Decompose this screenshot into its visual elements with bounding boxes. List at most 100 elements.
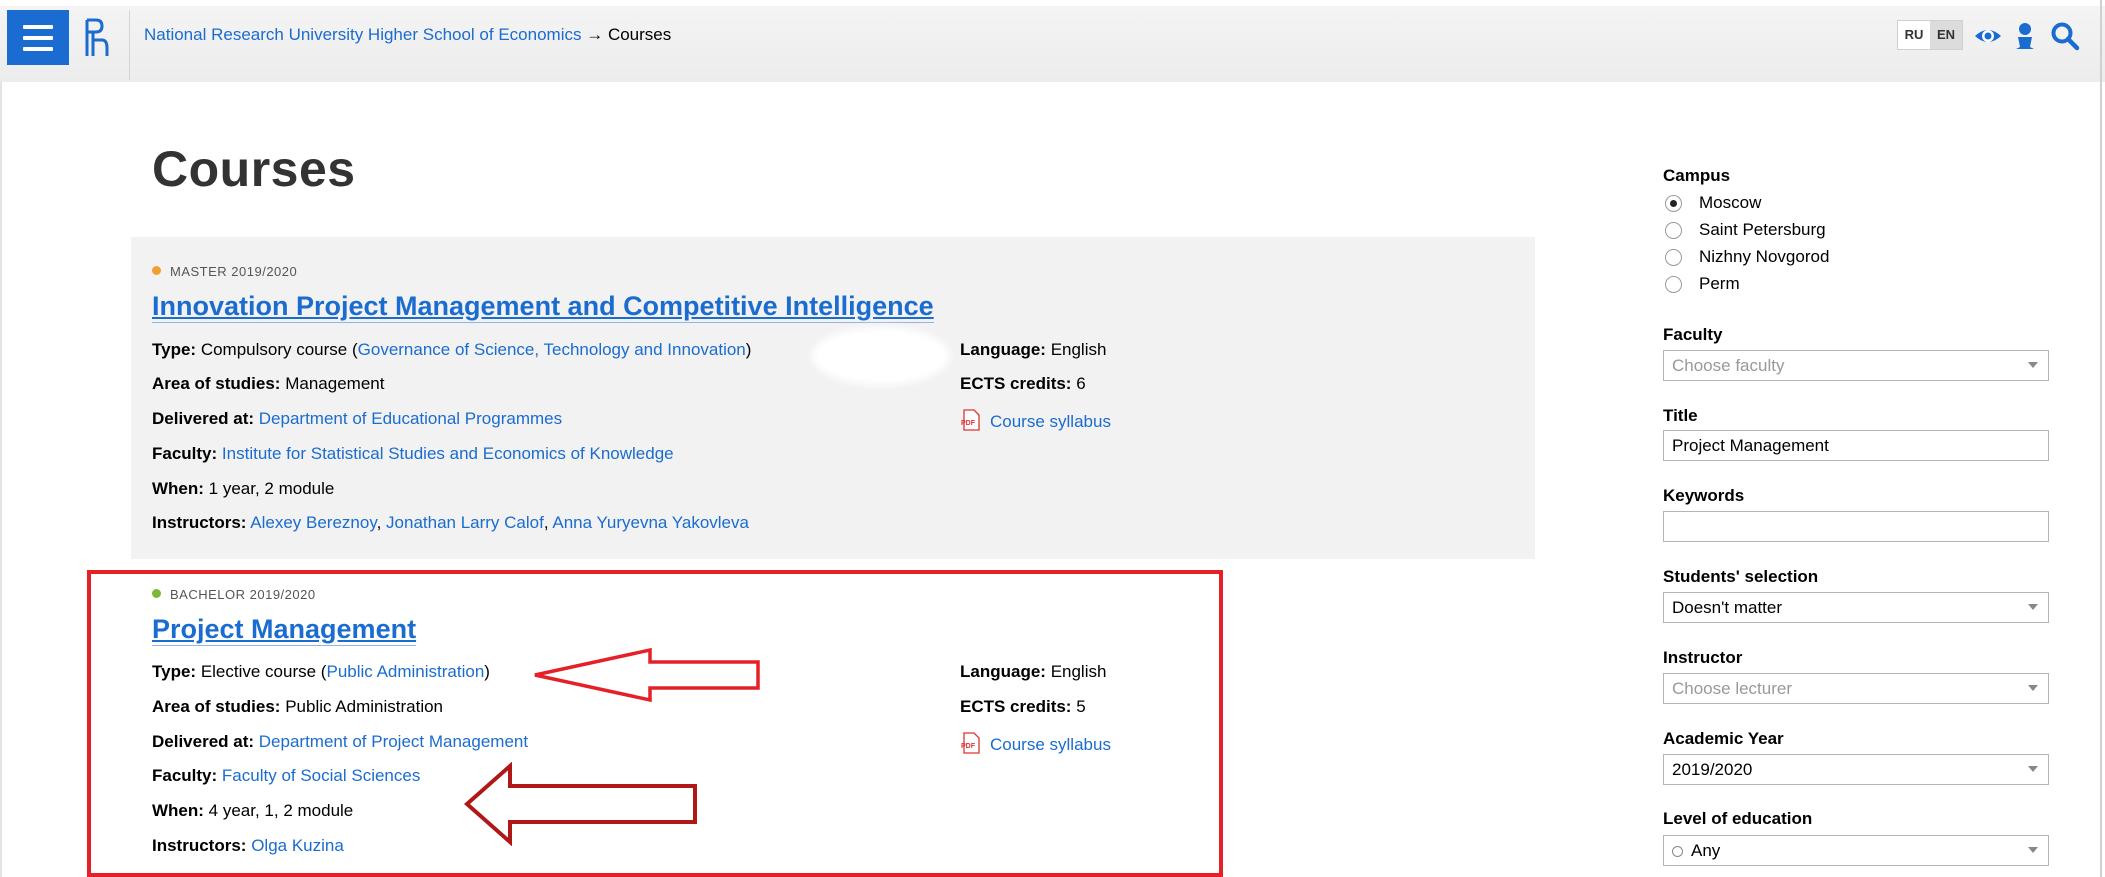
title-filter-label: Title xyxy=(1663,406,1698,425)
instructor-select[interactable]: Choose lecturer xyxy=(1663,673,2049,704)
menu-button[interactable] xyxy=(7,10,69,65)
instructors-label: Instructors: xyxy=(152,836,247,855)
delivered-label: Delivered at: xyxy=(152,409,255,428)
language-value: English xyxy=(1050,662,1107,681)
instructor-link[interactable]: Olga Kuzina xyxy=(251,836,344,855)
course-meta: MASTER 2019/2020 xyxy=(152,264,297,279)
course-language-row: Language: English xyxy=(960,340,1106,360)
course-instructors-row: Instructors: Olga Kuzina xyxy=(152,836,344,856)
lang-ru-button[interactable]: RU xyxy=(1898,21,1930,49)
department-link[interactable]: Department of Educational Programmes xyxy=(259,409,562,428)
area-label: Area of studies: xyxy=(152,697,281,716)
students-selection-select[interactable]: Doesn't matter xyxy=(1663,592,2049,623)
campus-label: Campus xyxy=(1663,166,1731,185)
delivered-label: Delivered at: xyxy=(152,732,255,751)
chevron-down-icon xyxy=(2028,766,2038,772)
instructors-label: Instructors: xyxy=(152,513,247,532)
type-value: Compulsory course ( xyxy=(200,340,358,359)
campus-option-label: Nizhny Novgorod xyxy=(1699,247,1830,266)
course-meta: BACHELOR 2019/2020 xyxy=(152,587,316,602)
when-label: When: xyxy=(152,479,204,498)
eye-icon[interactable] xyxy=(1973,21,2003,51)
when-value: 1 year, 2 module xyxy=(208,479,335,498)
education-level-label: Level of education xyxy=(1663,809,1813,828)
course-title-link[interactable]: Project Management xyxy=(152,613,417,646)
ects-label: ECTS credits: xyxy=(960,374,1072,393)
course-ects-row: ECTS credits: 6 xyxy=(960,374,1086,394)
keywords-input[interactable] xyxy=(1663,511,2049,542)
type-label: Type: xyxy=(152,662,197,681)
ects-label: ECTS credits: xyxy=(960,697,1072,716)
breadcrumb-link-hse[interactable]: National Research University Higher Scho… xyxy=(144,25,581,44)
campus-option-nizhny-novgorod[interactable]: Nizhny Novgorod xyxy=(1665,247,1829,267)
level-dot xyxy=(152,266,161,275)
course-when-row: When: 1 year, 2 module xyxy=(152,479,334,499)
page-right-border xyxy=(2100,0,2102,877)
campus-option-moscow[interactable]: Moscow xyxy=(1665,193,1761,213)
search-icon[interactable] xyxy=(2050,21,2080,51)
breadcrumb-current: Courses xyxy=(607,25,672,44)
site-header: National Research University Higher Scho… xyxy=(0,6,2105,82)
menu-icon-bar xyxy=(23,35,53,40)
type-close: ) xyxy=(484,662,490,681)
course-faculty-row: Faculty: Faculty of Social Sciences xyxy=(152,766,420,786)
lang-en-button[interactable]: EN xyxy=(1930,21,1962,49)
course-syllabus-link[interactable]: Course syllabus xyxy=(990,412,1111,431)
type-value: Elective course ( xyxy=(200,662,327,681)
course-faculty-row: Faculty: Institute for Statistical Studi… xyxy=(152,444,674,464)
svg-text:PDF: PDF xyxy=(961,743,976,750)
instructor-link[interactable]: Anna Yuryevna Yakovleva xyxy=(552,513,749,532)
instructor-link[interactable]: Alexey Bereznoy xyxy=(250,513,376,532)
svg-text:PDF: PDF xyxy=(961,420,976,427)
when-label: When: xyxy=(152,801,204,820)
page-left-border xyxy=(0,82,2,877)
faculty-label: Faculty: xyxy=(152,766,218,785)
chevron-down-icon xyxy=(2028,604,2038,610)
language-value: English xyxy=(1050,340,1107,359)
course-title-link[interactable]: Innovation Project Management and Compet… xyxy=(152,290,934,323)
program-link[interactable]: Governance of Science, Technology and In… xyxy=(358,340,746,359)
hse-logo[interactable] xyxy=(82,16,112,60)
menu-icon-bar xyxy=(23,46,53,51)
title-input[interactable]: Project Management xyxy=(1663,430,2049,461)
education-level-value: Any xyxy=(1691,841,1721,860)
breadcrumb: National Research University Higher Scho… xyxy=(144,25,671,45)
campus-option-saint-petersburg[interactable]: Saint Petersburg xyxy=(1665,220,1826,240)
program-link[interactable]: Public Administration xyxy=(326,662,484,681)
language-switcher: RU EN xyxy=(1897,20,1963,50)
radio-checked-icon xyxy=(1665,194,1682,212)
radio-unchecked-icon xyxy=(1665,221,1682,239)
department-link[interactable]: Department of Project Management xyxy=(259,732,528,751)
course-instructors-row: Instructors: Alexey Bereznoy, Jonathan L… xyxy=(152,513,749,532)
faculty-link[interactable]: Faculty of Social Sciences xyxy=(222,766,420,785)
academic-year-label: Academic Year xyxy=(1663,729,1784,748)
course-syllabus-link[interactable]: Course syllabus xyxy=(990,735,1111,754)
radio-unchecked-icon xyxy=(1665,248,1682,266)
students-selection-value: Doesn't matter xyxy=(1672,598,1783,617)
faculty-filter-label: Faculty xyxy=(1663,325,1723,344)
type-close: ) xyxy=(745,340,752,359)
education-level-select[interactable]: Any xyxy=(1663,835,2049,866)
instructor-filter-label: Instructor xyxy=(1663,648,1743,667)
instructor-link[interactable]: Jonathan Larry Calof xyxy=(386,513,544,532)
page-title: Courses xyxy=(152,141,356,197)
user-icon[interactable] xyxy=(2010,21,2040,51)
faculty-select-placeholder: Choose faculty xyxy=(1672,356,1785,375)
academic-year-select[interactable]: 2019/2020 xyxy=(1663,754,2049,785)
faculty-select[interactable]: Choose faculty xyxy=(1663,350,2049,381)
campus-option-perm[interactable]: Perm xyxy=(1665,274,1740,294)
course-syllabus-row: PDF Course syllabus xyxy=(960,732,1111,755)
course-ects-row: ECTS credits: 5 xyxy=(960,697,1086,717)
pdf-icon: PDF xyxy=(961,409,980,431)
course-delivered-row: Delivered at: Department of Project Mana… xyxy=(152,732,528,752)
language-label: Language: xyxy=(960,340,1046,359)
course-area-row: Area of studies: Public Administration xyxy=(152,697,443,717)
keywords-filter-label: Keywords xyxy=(1663,486,1745,505)
ects-value: 5 xyxy=(1076,697,1086,716)
area-label: Area of studies: xyxy=(152,374,281,393)
area-value: Management xyxy=(285,374,385,393)
course-syllabus-row: PDF Course syllabus xyxy=(960,409,1111,432)
redaction-smudge xyxy=(812,327,950,385)
faculty-link[interactable]: Institute for Statistical Studies and Ec… xyxy=(222,444,674,463)
ects-value: 6 xyxy=(1076,374,1086,393)
